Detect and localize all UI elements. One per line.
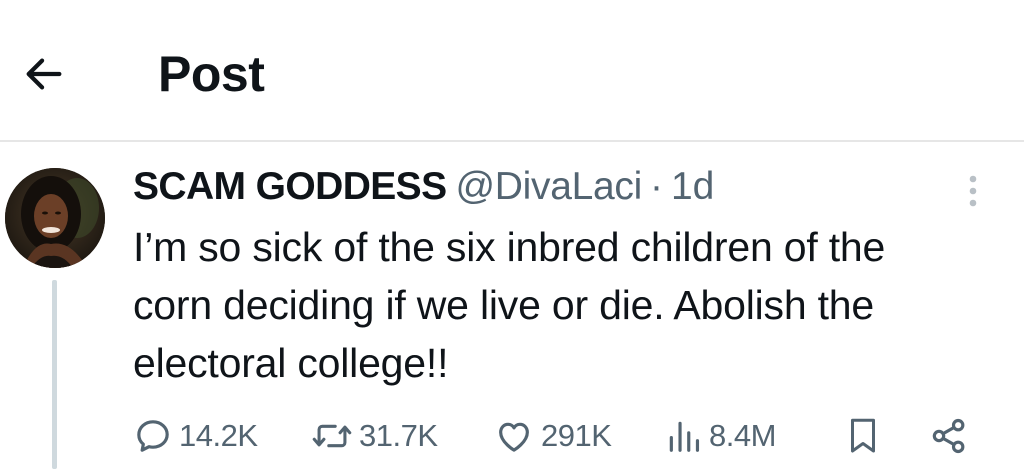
top-bar: Post bbox=[0, 0, 1024, 142]
repost-icon bbox=[312, 424, 352, 448]
action-bar: 14.2K 31.7K 291K 8.4M bbox=[133, 410, 993, 462]
like-button[interactable]: 291K bbox=[493, 410, 612, 462]
more-button[interactable] bbox=[958, 172, 988, 212]
avatar[interactable] bbox=[5, 168, 105, 268]
share-button[interactable] bbox=[929, 410, 969, 462]
bookmark-button[interactable] bbox=[845, 410, 881, 462]
tweet-header: SCAM GODDESS @DivaLaci · 1d bbox=[133, 163, 714, 213]
separator-dot: · bbox=[649, 165, 663, 208]
user-handle[interactable]: @DivaLaci bbox=[456, 163, 643, 211]
tweet-text: I’m so sick of the six inbred children o… bbox=[133, 224, 886, 386]
page-title: Post bbox=[158, 46, 265, 102]
display-name[interactable]: SCAM GODDESS bbox=[133, 163, 447, 211]
post-time[interactable]: 1d bbox=[671, 163, 714, 211]
like-count: 291K bbox=[541, 418, 612, 453]
views-icon bbox=[669, 421, 700, 452]
reply-button[interactable]: 14.2K bbox=[133, 410, 258, 462]
arrow-left-icon bbox=[26, 58, 62, 90]
reply-count: 14.2K bbox=[179, 418, 258, 453]
like-icon bbox=[499, 422, 529, 452]
repost-button[interactable]: 31.7K bbox=[311, 410, 438, 462]
reply-icon bbox=[137, 420, 169, 452]
thread-line bbox=[52, 280, 57, 469]
share-icon bbox=[932, 418, 965, 454]
repost-count: 31.7K bbox=[359, 418, 438, 453]
bookmark-icon bbox=[851, 418, 875, 453]
view-count: 8.4M bbox=[709, 418, 776, 453]
avatar-image bbox=[5, 168, 105, 268]
back-button[interactable] bbox=[18, 48, 70, 100]
views-button[interactable]: 8.4M bbox=[665, 410, 776, 462]
more-vertical-icon bbox=[969, 175, 977, 207]
